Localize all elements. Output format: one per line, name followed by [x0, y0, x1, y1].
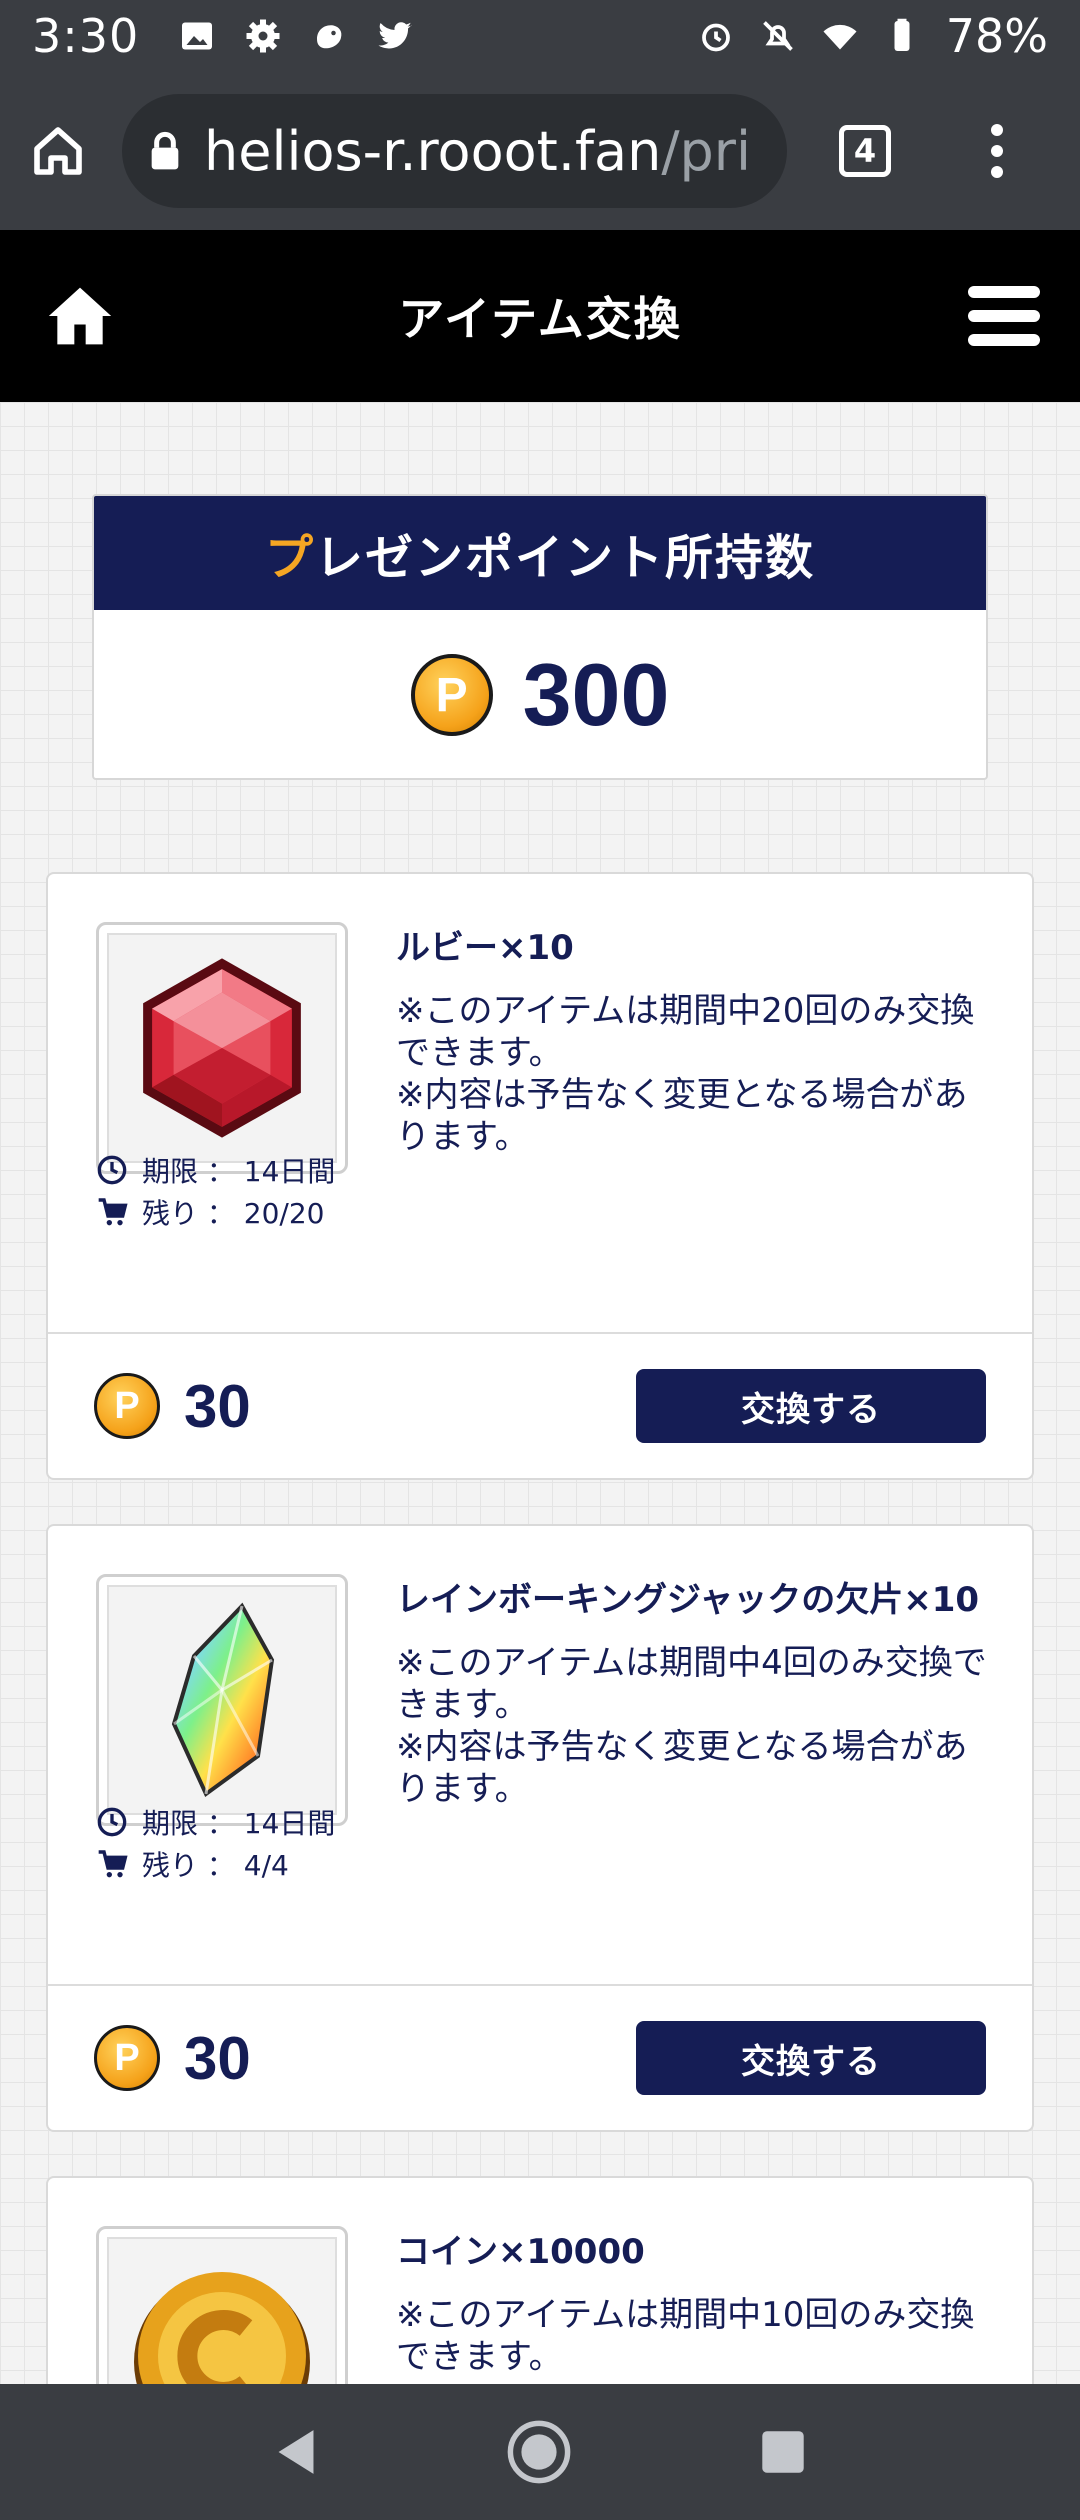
- item-remaining: 残り ： 4/4: [96, 1844, 289, 1884]
- item-thumbnail: [96, 922, 348, 1174]
- exchange-button[interactable]: 交換する: [636, 1369, 986, 1443]
- twitter-icon: [378, 22, 412, 49]
- hamburger-menu-icon[interactable]: [968, 286, 1040, 346]
- cart-icon: [98, 1850, 128, 1878]
- home-icon[interactable]: [44, 282, 116, 350]
- item-name: レインボーキングジャックの欠片×10: [396, 1580, 980, 1620]
- status-bar: 3:30 78%: [0, 0, 1080, 72]
- url-host: helios-r.rooot.fan: [204, 119, 662, 183]
- clock-icon: [97, 1807, 127, 1837]
- image-icon: [182, 22, 213, 50]
- heading-accent-char: プ: [264, 530, 315, 586]
- ruby-gem-icon: [143, 958, 301, 1138]
- item-cost: 30: [184, 1372, 251, 1440]
- item-cost-row: P 30 交換する: [48, 1986, 1032, 2130]
- item-period-text: 期限 ： 14日間: [142, 1155, 336, 1188]
- item-name: ルビー×10: [396, 928, 574, 968]
- item-card: レインボーキングジャックの欠片×10 ※このアイテムは期間中4回のみ交換できます…: [46, 1524, 1034, 2132]
- bell-off-icon: [762, 21, 793, 51]
- system-icons: 78%: [698, 9, 1048, 63]
- recents-icon[interactable]: [760, 2429, 806, 2475]
- url-text: helios-r.rooot.fan/pri: [204, 120, 751, 183]
- item-cost: 30: [184, 2024, 251, 2092]
- point-coin-icon: P: [410, 654, 493, 736]
- page-title: アイテム交換: [398, 292, 682, 346]
- points-balance-panel: プレゼンポイント所持数 P 300: [92, 494, 988, 780]
- tab-switcher-button[interactable]: 4: [839, 125, 891, 177]
- notification-icons: [179, 18, 413, 54]
- item-card: ルビー×10 ※このアイテムは期間中20回のみ交換できます。 ※内容は予告なく変…: [46, 872, 1034, 1480]
- item-details: ルビー×10 ※このアイテムは期間中20回のみ交換できます。 ※内容は予告なく変…: [48, 874, 1032, 1334]
- item-description: ※このアイテムは期間中10回のみ交換できます。: [396, 2295, 975, 2377]
- main-content[interactable]: プレゼンポイント所持数 P 300 ルビー×10 ※このアイテムは期間中20回の…: [0, 402, 1080, 2384]
- item-description: ※このアイテムは期間中4回のみ交換できます。 ※内容は予告なく変更となる場合があ…: [396, 1643, 987, 1809]
- rainbow-crystal-icon: [171, 1602, 275, 1798]
- address-bar[interactable]: helios-r.rooot.fan/pri: [122, 94, 787, 208]
- item-description: ※このアイテムは期間中20回のみ交換できます。 ※内容は予告なく変更となる場合が…: [396, 991, 975, 1157]
- item-period: 期限 ： 14日間: [96, 1150, 335, 1190]
- point-coin-icon: P: [94, 1373, 160, 1439]
- point-coin-icon: P: [94, 2025, 160, 2091]
- heading-text: レゼンポイント所持数: [315, 530, 816, 586]
- exchange-button[interactable]: 交換する: [636, 2021, 986, 2095]
- item-period-text: 期限 ： 14日間: [142, 1807, 336, 1840]
- item-thumbnail: [96, 1574, 348, 1826]
- home-button-icon[interactable]: [506, 2419, 572, 2485]
- gear-icon: [246, 19, 280, 53]
- app-icon: [317, 25, 342, 49]
- item-details: コイン×10000 ※このアイテムは期間中10回のみ交換できます。: [48, 2178, 1032, 2384]
- item-remaining-text: 残り ： 20/20: [142, 1197, 325, 1230]
- home-icon[interactable]: [30, 123, 86, 179]
- back-icon[interactable]: [274, 2428, 318, 2476]
- system-navigation-bar: [0, 2384, 1080, 2520]
- gold-coin-icon: [134, 2272, 310, 2384]
- battery-percent: 78%: [945, 9, 1048, 63]
- points-balance-body: P 300: [94, 610, 986, 778]
- item-cost-row: P 30 交換する: [48, 1334, 1032, 1478]
- wifi-icon: [823, 24, 857, 50]
- browser-toolbar: helios-r.rooot.fan/pri 4: [0, 72, 1080, 230]
- item-details: レインボーキングジャックの欠片×10 ※このアイテムは期間中4回のみ交換できます…: [48, 1526, 1032, 1986]
- item-remaining-text: 残り ： 4/4: [142, 1849, 289, 1882]
- points-value: 300: [522, 645, 670, 744]
- app-header: アイテム交換: [0, 230, 1080, 402]
- item-remaining: 残り ： 20/20: [96, 1192, 325, 1232]
- url-path: /pri: [661, 119, 751, 183]
- battery-icon: [894, 18, 910, 51]
- lock-icon: [151, 131, 179, 170]
- cart-icon: [98, 1198, 128, 1226]
- browser-menu-icon[interactable]: [991, 124, 1003, 178]
- item-thumbnail: [96, 2226, 348, 2384]
- status-time: 3:30: [32, 9, 140, 63]
- item-period: 期限 ： 14日間: [96, 1802, 335, 1842]
- points-balance-heading: プレゼンポイント所持数: [94, 496, 986, 610]
- item-name: コイン×10000: [396, 2232, 645, 2272]
- clock-icon: [97, 1155, 127, 1185]
- item-card: コイン×10000 ※このアイテムは期間中10回のみ交換できます。: [46, 2176, 1034, 2384]
- alarm-icon: [701, 23, 730, 52]
